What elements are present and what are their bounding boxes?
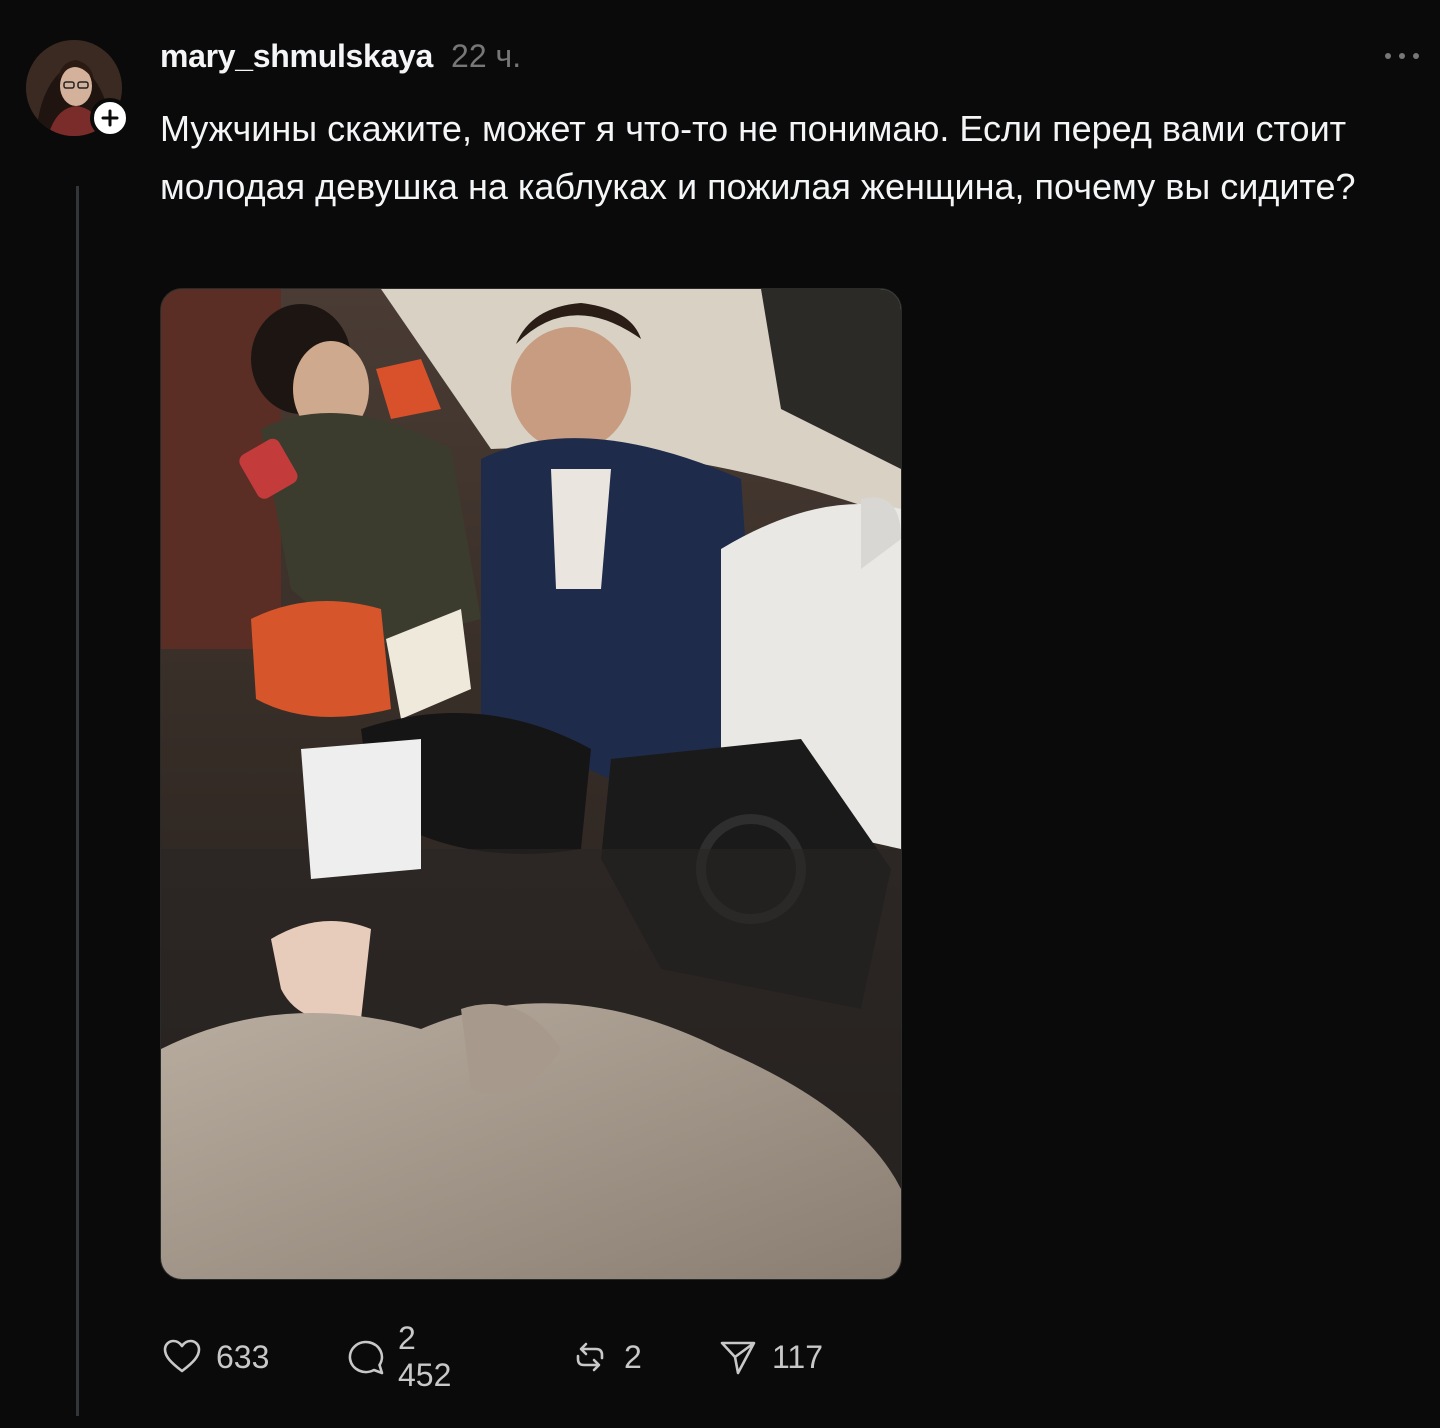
like-count: 633 (216, 1338, 270, 1375)
post-text: Мужчины скажите, может я что-то не поним… (160, 108, 1357, 207)
timestamp[interactable]: 22 ч. (451, 38, 521, 75)
thread-line (76, 186, 79, 1416)
share-count: 117 (772, 1338, 824, 1375)
heart-icon (160, 1335, 204, 1379)
repost-icon (568, 1335, 612, 1379)
repost-button[interactable]: 2 (568, 1332, 642, 1382)
repost-count: 2 (624, 1338, 642, 1375)
reply-count: 2 452 (398, 1320, 452, 1393)
post-image[interactable] (160, 288, 902, 1280)
post-header: mary_shmulskaya 22 ч. (160, 38, 521, 86)
avatar-container[interactable] (26, 40, 130, 140)
more-options-button[interactable] (1382, 44, 1422, 68)
more-horizontal-icon (1385, 53, 1419, 59)
plus-icon (101, 109, 119, 127)
thread-post: mary_shmulskaya 22 ч. Мужчины скажите, м… (0, 0, 1440, 1428)
username[interactable]: mary_shmulskaya (160, 38, 433, 75)
share-button[interactable]: 117 (716, 1332, 823, 1382)
reply-button[interactable]: 2 452 (346, 1320, 455, 1393)
like-button[interactable]: 633 (160, 1332, 269, 1382)
send-icon (716, 1335, 760, 1379)
comment-icon (346, 1335, 386, 1379)
follow-button[interactable] (90, 98, 130, 138)
